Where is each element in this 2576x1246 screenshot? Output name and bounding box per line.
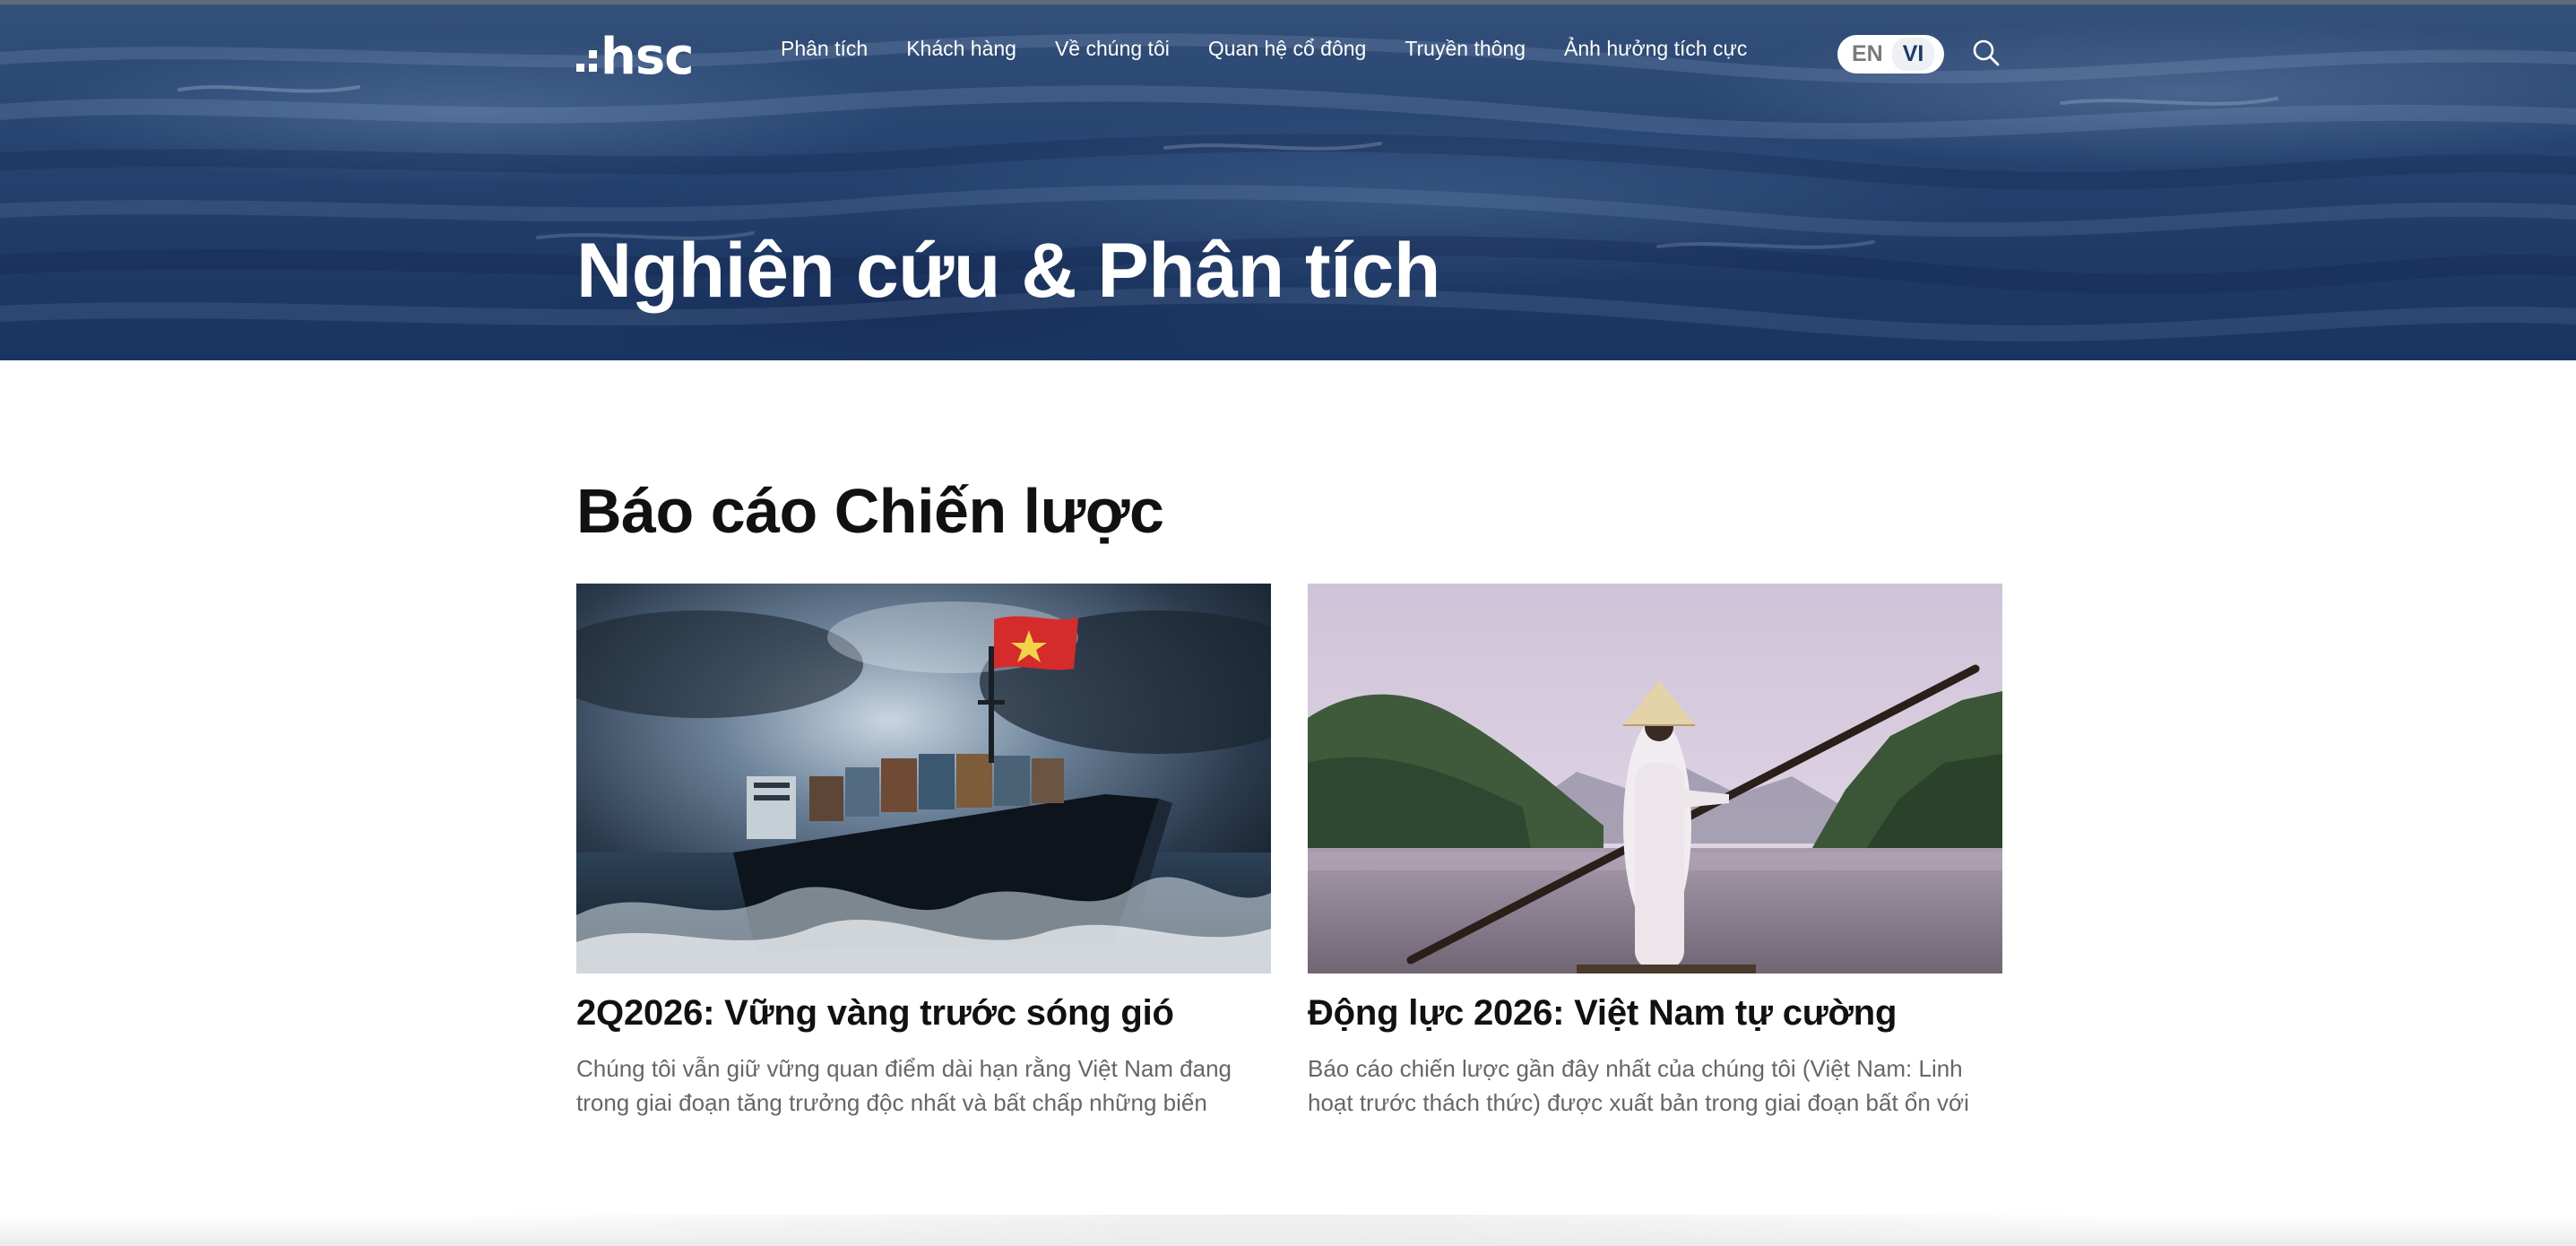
language-switcher: EN VI xyxy=(1837,35,1944,74)
nav-item-ve-chung-toi[interactable]: Về chúng tôi xyxy=(1055,37,1170,61)
footer-edge xyxy=(0,1215,2576,1246)
search-icon[interactable] xyxy=(1972,39,2001,67)
card-title[interactable]: Động lực 2026: Việt Nam tự cường xyxy=(1308,993,2002,1034)
card-title[interactable]: 2Q2026: Vững vàng trước sóng gió xyxy=(576,993,1271,1034)
lang-en-button[interactable]: EN xyxy=(1843,41,1892,67)
nav-item-phan-tich[interactable]: Phân tích xyxy=(781,37,868,61)
nav-item-quan-he-co-dong[interactable]: Quan hệ cổ đông xyxy=(1208,37,1366,61)
card-excerpt: Chúng tôi vẫn giữ vững quan điểm dài hạn… xyxy=(576,1055,1232,1116)
cargo-ship-image[interactable] xyxy=(576,584,1271,973)
hero-banner: hsc Phân tích Khách hàng Về chúng tôi Qu… xyxy=(0,4,2576,360)
section-title: Báo cáo Chiến lược xyxy=(576,476,1164,546)
nav-item-truyen-thong[interactable]: Truyền thông xyxy=(1405,37,1526,61)
nav-item-anh-huong-tich-cuc[interactable]: Ảnh hưởng tích cực xyxy=(1564,37,1747,61)
page-title: Nghiên cứu & Phân tích xyxy=(576,228,1440,314)
logo-text: hsc xyxy=(601,27,694,86)
main-nav: Phân tích Khách hàng Về chúng tôi Quan h… xyxy=(781,37,1785,61)
river-woman-image[interactable] xyxy=(1308,584,2002,973)
card-excerpt: Báo cáo chiến lược gần đây nhất của chún… xyxy=(1308,1055,1969,1116)
logo-dots-icon xyxy=(576,50,597,72)
hsc-logo[interactable]: hsc xyxy=(576,28,694,86)
report-card[interactable]: Động lực 2026: Việt Nam tự cường Báo cáo… xyxy=(1308,584,2002,1120)
lang-vi-button[interactable]: VI xyxy=(1891,38,1935,71)
report-card[interactable]: 2Q2026: Vững vàng trước sóng gió Chúng t… xyxy=(576,584,1271,1120)
nav-item-khach-hang[interactable]: Khách hàng xyxy=(906,37,1016,61)
